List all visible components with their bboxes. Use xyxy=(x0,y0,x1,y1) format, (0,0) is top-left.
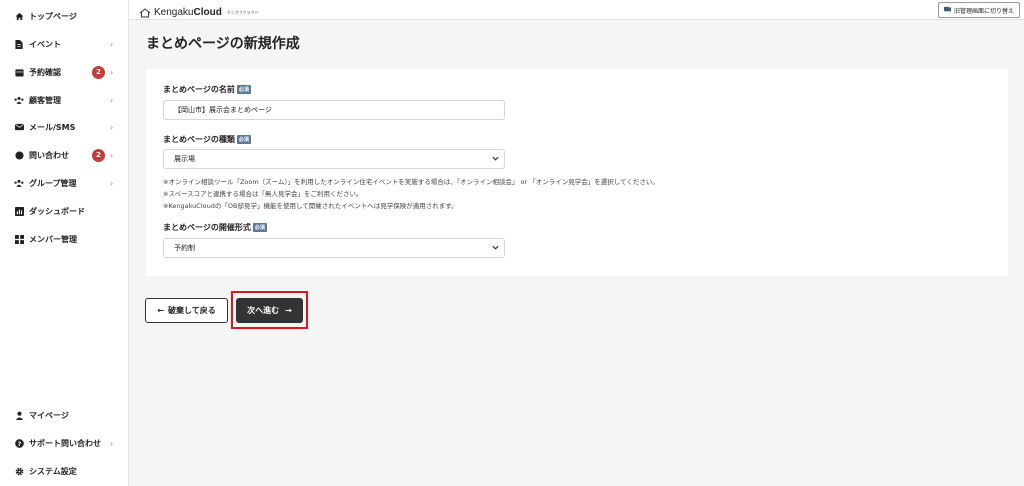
top-header: KengakuCloud ケンガククラウド 旧管理画面に切り替え xyxy=(129,0,1024,20)
page-title: まとめページの新規作成 xyxy=(146,36,300,52)
sidebar-item-label: サポート問い合わせ xyxy=(29,438,101,448)
sidebar-item-label: 問い合わせ xyxy=(29,150,69,160)
home-icon xyxy=(14,11,24,21)
arrow-left-icon: ← xyxy=(157,306,164,315)
chevron-right-icon: › xyxy=(110,438,114,448)
chat-icon xyxy=(14,150,24,160)
sidebar-item-settings[interactable]: システム設定 xyxy=(0,460,128,482)
sidebar-item-support[interactable]: ? サポート問い合わせ › xyxy=(0,432,128,454)
sidebar-item-dashboard[interactable]: ダッシュボード xyxy=(0,200,128,222)
calendar-icon xyxy=(14,67,24,77)
sidebar-item-members[interactable]: メンバー管理 xyxy=(0,228,128,250)
grid-icon xyxy=(14,234,24,244)
chevron-right-icon: › xyxy=(110,150,114,160)
sidebar-item-label: ダッシュボード xyxy=(29,206,85,216)
document-icon xyxy=(14,39,24,49)
name-field-label: まとめページの名前 必須 xyxy=(163,85,251,94)
users-icon xyxy=(14,95,24,105)
mail-icon xyxy=(14,122,24,132)
sidebar-item-label: 予約確認 xyxy=(29,67,61,77)
sidebar-item-top[interactable]: トップページ xyxy=(0,5,128,27)
sidebar-item-event[interactable]: イベント › xyxy=(0,33,128,55)
logo[interactable]: KengakuCloud ケンガククラウド xyxy=(139,3,259,22)
sidebar-item-inquiry[interactable]: 問い合わせ 2 › xyxy=(0,144,128,166)
type-field-label: まとめページの種類 必須 xyxy=(163,135,251,144)
user-icon xyxy=(14,410,24,420)
chevron-down-icon xyxy=(492,244,499,253)
help-note: ※オンライン相談ツール「Zoom（ズーム）」を利用したオンライン住宅イベントを実… xyxy=(163,178,659,186)
notification-badge: 2 xyxy=(92,148,105,162)
notification-badge: 2 xyxy=(92,65,105,79)
discard-back-button[interactable]: ← 破棄して戻る xyxy=(145,298,228,323)
sidebar-item-label: システム設定 xyxy=(29,466,77,476)
logo-text: KengakuCloud xyxy=(154,7,222,18)
sidebar-item-label: 顧客管理 xyxy=(29,95,61,105)
sidebar-item-label: グループ管理 xyxy=(29,178,77,188)
sidebar-item-label: メール/SMS xyxy=(29,122,76,132)
gear-icon xyxy=(14,466,24,476)
switch-legacy-admin-button[interactable]: 旧管理画面に切り替え xyxy=(937,2,1020,18)
help-note: ※スペースコアと連携する場合は「無人見学会」をご利用ください。 xyxy=(163,190,363,198)
format-field-label: まとめページの開催形式 必須 xyxy=(163,223,267,232)
next-button[interactable]: 次へ進む → xyxy=(236,298,303,323)
next-label: 次へ進む xyxy=(247,306,280,315)
chevron-right-icon: › xyxy=(110,67,114,77)
logo-subtitle: ケンガククラウド xyxy=(226,9,259,15)
name-input[interactable]: 【岡山市】展示会まとめページ xyxy=(163,100,505,120)
type-select[interactable]: 展示場 xyxy=(163,149,505,169)
switch-legacy-admin-label: 旧管理画面に切り替え xyxy=(953,7,1014,15)
sidebar-item-reservation[interactable]: 予約確認 2 › xyxy=(0,61,128,83)
sidebar: トップページ イベント › 予約確認 2 › 顧客管理 › メール/SMS › … xyxy=(0,0,129,486)
help-note: ※KengakuCloudの「OB邸見学」機能を使用して開催されたイベントへは見… xyxy=(163,202,458,210)
sidebar-item-label: マイページ xyxy=(29,410,69,420)
discard-back-label: 破棄して戻る xyxy=(167,306,216,315)
chevron-right-icon: › xyxy=(110,39,114,49)
chevron-right-icon: › xyxy=(110,178,114,188)
chart-icon xyxy=(14,206,24,216)
chevron-right-icon: › xyxy=(110,95,114,105)
sidebar-item-group[interactable]: グループ管理 › xyxy=(0,172,128,194)
sidebar-item-label: トップページ xyxy=(29,11,77,21)
group-icon xyxy=(14,178,24,188)
help-icon: ? xyxy=(14,438,24,448)
form-card: まとめページの名前 必須 【岡山市】展示会まとめページ まとめページの種類 必須 展… xyxy=(146,69,1008,276)
arrow-right-icon: → xyxy=(285,306,292,315)
house-logo-icon xyxy=(139,3,151,22)
chevron-down-icon xyxy=(492,155,499,164)
sidebar-item-mypage[interactable]: マイページ xyxy=(0,404,128,426)
sidebar-item-label: メンバー管理 xyxy=(29,234,77,244)
sidebar-item-label: イベント xyxy=(29,39,61,49)
required-tag: 必須 xyxy=(252,223,267,232)
switch-icon xyxy=(943,6,951,15)
sidebar-item-mail[interactable]: メール/SMS › xyxy=(0,116,128,138)
chevron-right-icon: › xyxy=(110,122,114,132)
svg-text:?: ? xyxy=(17,440,21,447)
sidebar-item-customers[interactable]: 顧客管理 › xyxy=(0,89,128,111)
required-tag: 必須 xyxy=(236,85,251,94)
required-tag: 必須 xyxy=(236,135,251,144)
format-select[interactable]: 予約制 xyxy=(163,238,505,258)
